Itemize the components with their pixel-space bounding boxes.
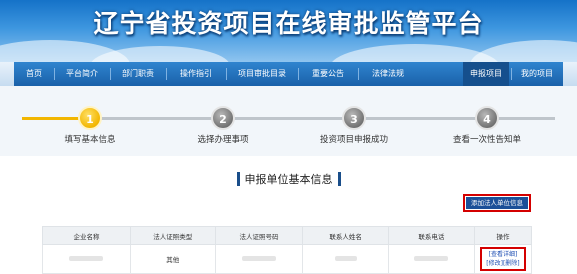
- col-cert-type: 法人证照类型: [129, 226, 216, 245]
- step-1-label: 填写基本信息: [64, 135, 116, 145]
- cell-contact-name: [302, 244, 389, 274]
- nav-item-guide[interactable]: 操作指引: [168, 62, 224, 86]
- step-4-label: 查看一次性告知单: [452, 135, 521, 145]
- redacted-value: [241, 256, 276, 261]
- cell-actions: [查看详细] [修改][删除]: [473, 244, 533, 274]
- step-3-label: 投资项目申报成功: [319, 135, 388, 145]
- section-bar-left: [236, 171, 240, 186]
- nav-item-apply-project[interactable]: 申报项目: [463, 62, 509, 86]
- cell-contact-phone: [387, 244, 475, 274]
- main-nav: 首页 平台简介 部门职责 操作指引 项目审批目录 重要公告 法律法规 申报项目 …: [0, 62, 577, 87]
- nav-item-my-projects[interactable]: 我的项目: [513, 62, 561, 86]
- col-cert-number: 法人证照号码: [214, 226, 304, 245]
- step-1-circle: 1: [78, 106, 102, 130]
- step-2-label: 选择办理事项: [197, 135, 249, 145]
- table-row: 其他 [查看详细] [修改][删除]: [42, 244, 533, 274]
- step-3-circle: 3: [342, 106, 366, 130]
- redacted-value: [414, 256, 449, 261]
- table-header-row: 企业名称 法人证照类型 法人证照号码 联系人姓名 联系电话 操作: [42, 226, 533, 245]
- col-contact-phone: 联系电话: [387, 226, 475, 245]
- entity-table: 企业名称 法人证照类型 法人证照号码 联系人姓名 联系电话 操作 其他 [查看详…: [42, 226, 533, 274]
- nav-item-intro[interactable]: 平台简介: [56, 62, 108, 86]
- nav-item-approval-catalog[interactable]: 项目审批目录: [228, 62, 296, 86]
- nav-item-home[interactable]: 首页: [16, 62, 52, 86]
- nav-item-dept-duties[interactable]: 部门职责: [112, 62, 164, 86]
- view-details-link[interactable]: [查看详细]: [489, 251, 518, 258]
- add-legal-entity-button-highlight: 添加法人单位信息: [463, 194, 531, 212]
- redacted-value: [69, 256, 104, 261]
- step-4-circle: 4: [475, 106, 499, 130]
- cell-cert-number: [214, 244, 304, 274]
- page-title: 辽宁省投资项目在线审批监管平台: [93, 9, 484, 38]
- cell-cert-type: 其他: [129, 244, 216, 274]
- nav-item-announcements[interactable]: 重要公告: [300, 62, 356, 86]
- section-header: 申报单位基本信息: [0, 168, 577, 187]
- nav-item-laws[interactable]: 法律法规: [360, 62, 416, 86]
- edit-link[interactable]: [修改]: [486, 260, 503, 267]
- redacted-value: [334, 256, 357, 261]
- progress-steps: 1 填写基本信息 2 选择办理事项 3 投资项目申报成功 4 查看一次性告知单: [0, 86, 577, 156]
- col-actions: 操作: [473, 226, 533, 245]
- add-legal-entity-button[interactable]: 添加法人单位信息: [466, 197, 528, 209]
- step-2-circle: 2: [211, 106, 235, 130]
- col-company-name: 企业名称: [42, 226, 131, 245]
- actions-highlight: [查看详细] [修改][删除]: [480, 247, 526, 271]
- section-bar-right: [337, 171, 341, 186]
- col-contact-name: 联系人姓名: [302, 226, 389, 245]
- cell-company-name: [42, 244, 131, 274]
- section-title: 申报单位基本信息: [244, 172, 333, 186]
- header-banner: 辽宁省投资项目在线审批监管平台: [0, 0, 577, 62]
- delete-link[interactable]: [删除]: [503, 260, 520, 267]
